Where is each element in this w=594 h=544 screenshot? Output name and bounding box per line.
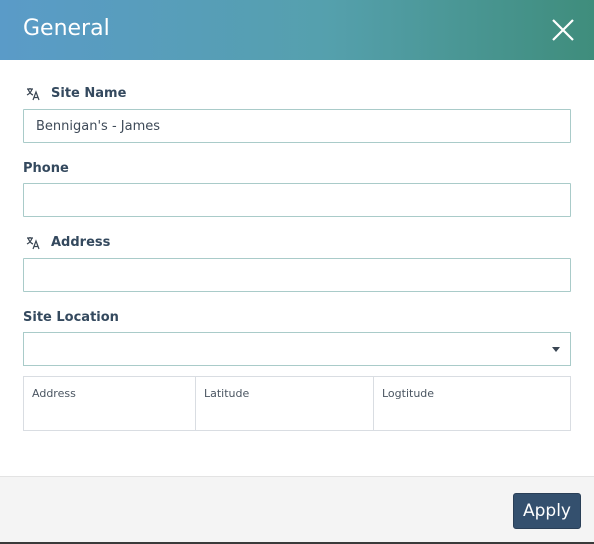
dialog-title: General	[23, 16, 110, 41]
location-address-column: Address	[24, 377, 196, 430]
site-name-label: Site Name	[51, 86, 127, 101]
site-location-label: Site Location	[23, 310, 119, 325]
translate-icon	[26, 88, 40, 101]
translate-icon	[26, 237, 40, 250]
address-label: Address	[51, 235, 111, 250]
close-icon	[552, 19, 574, 41]
location-latitude-column: Latitude	[196, 377, 374, 430]
site-location-select[interactable]	[23, 332, 571, 366]
close-button[interactable]	[550, 17, 576, 43]
site-name-input[interactable]	[23, 109, 571, 143]
caret-down-icon	[552, 347, 560, 352]
general-dialog: General Site Name Phone Address Site Loc…	[0, 0, 594, 544]
address-input[interactable]	[23, 258, 571, 292]
location-longitude-column: Logtitude	[382, 387, 435, 400]
dialog-header: General	[0, 0, 594, 60]
phone-input[interactable]	[23, 183, 571, 217]
dialog-footer: Apply	[0, 476, 594, 544]
apply-button[interactable]: Apply	[513, 493, 581, 529]
phone-label: Phone	[23, 161, 69, 176]
location-table: Address Latitude Logtitude	[23, 376, 571, 431]
